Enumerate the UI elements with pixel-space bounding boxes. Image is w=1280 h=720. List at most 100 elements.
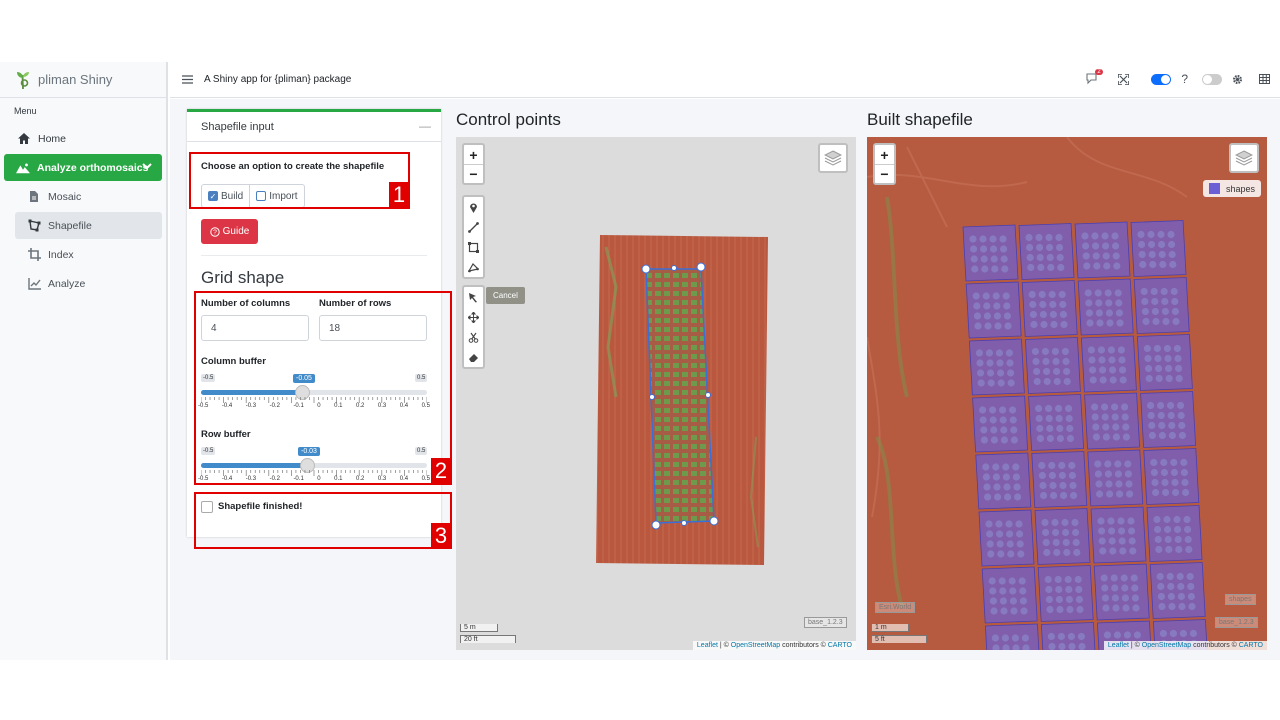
layers-control[interactable] — [818, 143, 848, 173]
shape-plot[interactable] — [1077, 278, 1134, 336]
sidebar-item-shapefile[interactable]: Shapefile — [15, 212, 162, 239]
file-icon — [27, 190, 41, 204]
cancel-button[interactable]: Cancel — [486, 287, 525, 304]
shape-plot[interactable] — [1074, 221, 1131, 279]
help-icon[interactable]: ? — [1181, 72, 1188, 86]
scale-bar-imperial: 5 ft — [871, 635, 927, 643]
question-circle-icon: ? — [209, 226, 220, 237]
scale-bar-metric: 5 m — [460, 624, 498, 632]
shape-plot[interactable] — [1034, 508, 1091, 565]
zoom-out-button[interactable]: − — [464, 164, 483, 183]
notifications-button[interactable]: 2 — [1086, 69, 1103, 85]
shape-plot[interactable] — [1087, 449, 1144, 507]
grid-icon[interactable] — [1259, 74, 1270, 84]
sidebar-item-home[interactable]: Home — [15, 125, 162, 152]
shape-plot[interactable] — [981, 566, 1038, 624]
leaflet-link[interactable]: Leaflet — [1108, 642, 1129, 649]
shape-plot[interactable] — [1040, 622, 1096, 651]
mountain-icon — [16, 161, 30, 175]
draw-polyline-icon[interactable] — [464, 217, 483, 237]
shape-plot[interactable] — [965, 281, 1022, 339]
shape-plot[interactable] — [1031, 451, 1088, 508]
layer-label: base_1.2.3 — [1215, 617, 1258, 628]
control-points-map[interactable]: + − Cancel base_1.2.3 5 m 20 ft Leaflet … — [456, 137, 856, 650]
carto-link[interactable]: CARTO — [828, 642, 852, 649]
shape-plot[interactable] — [1037, 565, 1094, 622]
map-legend: shapes — [1202, 180, 1261, 197]
scale-bar-metric: 1 m — [871, 624, 909, 632]
osm-link[interactable]: OpenStreetMap — [731, 642, 780, 649]
pliman-logo-icon — [17, 71, 29, 89]
legend-swatch — [1208, 183, 1220, 194]
edit-toolbar — [462, 285, 485, 369]
sidebar-item-index[interactable]: Index — [15, 241, 162, 268]
layer-label: shapes — [1225, 594, 1256, 605]
shape-plot[interactable] — [1028, 394, 1085, 451]
shape-plot[interactable] — [1084, 392, 1141, 450]
zoom-in-button[interactable]: + — [875, 145, 894, 164]
shape-plot[interactable] — [1146, 505, 1203, 562]
shape-plot[interactable] — [1021, 280, 1078, 337]
attribution-separator: | © — [717, 642, 731, 649]
shape-plot[interactable] — [968, 338, 1025, 396]
shape-plot[interactable] — [1093, 563, 1150, 621]
built-shapefile-map[interactable]: + − shapes Esri.World shapes base_1.2.3 … — [867, 137, 1267, 650]
shape-plot[interactable] — [984, 623, 1040, 650]
shape-plot[interactable] — [1143, 448, 1200, 505]
shape-plot[interactable] — [975, 452, 1032, 510]
collapse-button[interactable]: — — [419, 119, 431, 133]
sidebar: pliman Shiny Menu Home Analyze orthomosa… — [0, 62, 168, 660]
shape-plot[interactable] — [1133, 277, 1190, 334]
brand[interactable]: pliman Shiny — [0, 62, 166, 98]
shape-plot[interactable] — [1130, 220, 1187, 277]
attribution-text: contributors © — [1191, 642, 1239, 649]
sidebar-item-analyze[interactable]: Analyze — [15, 270, 162, 297]
orthomosaic-image — [596, 235, 768, 565]
toggle-switch[interactable] — [1151, 73, 1172, 85]
draw-marker-icon[interactable] — [464, 197, 483, 217]
built-shapefile-title: Built shapefile — [867, 110, 973, 129]
move-arrows-icon[interactable] — [464, 307, 483, 327]
carto-link[interactable]: CARTO — [1239, 642, 1263, 649]
gear-icon[interactable] — [1232, 74, 1243, 85]
zoom-control: + − — [462, 143, 485, 185]
top-navbar: A Shiny app for {pliman} package 2 ? — [170, 62, 1280, 98]
sidebar-item-label: Shapefile — [48, 219, 92, 232]
sidebar-item-label: Analyze — [48, 277, 86, 290]
shape-plot[interactable] — [1140, 391, 1197, 448]
svg-text:?: ? — [213, 229, 217, 236]
shape-plot[interactable] — [1136, 334, 1193, 391]
sidebar-item-analyze-orthomosaics[interactable]: Analyze orthomosaics — [4, 154, 162, 181]
shape-plot[interactable] — [1080, 335, 1137, 393]
zoom-out-button[interactable]: − — [875, 164, 894, 183]
shape-plot[interactable] — [1149, 562, 1206, 619]
eraser-icon[interactable] — [464, 347, 483, 367]
shape-plot[interactable] — [1024, 337, 1081, 394]
draw-rectangle-icon[interactable] — [464, 237, 483, 257]
shape-plot[interactable] — [1090, 506, 1147, 564]
shape-plot[interactable] — [978, 509, 1035, 567]
grid-shape-title: Grid shape — [201, 268, 285, 287]
scale-bar-imperial: 20 ft — [460, 635, 516, 643]
hamburger-menu-icon[interactable] — [182, 71, 194, 89]
osm-link[interactable]: OpenStreetMap — [1142, 642, 1191, 649]
sidebar-item-label: Analyze orthomosaics — [37, 161, 149, 174]
card-header: Shapefile input — — [187, 112, 441, 142]
layers-icon — [1235, 150, 1253, 166]
shape-plot[interactable] — [962, 224, 1019, 282]
zoom-in-button[interactable]: + — [464, 145, 483, 164]
draw-polygon-icon[interactable] — [464, 257, 483, 277]
guide-button[interactable]: ? Guide — [201, 219, 258, 244]
leaflet-link[interactable]: Leaflet — [697, 642, 718, 649]
notification-badge: 2 — [1095, 69, 1103, 75]
shape-plot[interactable] — [1018, 223, 1075, 280]
theme-toggle-switch[interactable] — [1202, 73, 1222, 85]
annotation-box-3 — [194, 492, 452, 549]
cut-scissors-icon[interactable] — [464, 327, 483, 347]
sidebar-item-mosaic[interactable]: Mosaic — [15, 183, 162, 210]
chart-line-icon — [27, 277, 41, 291]
fullscreen-icon[interactable] — [1118, 73, 1130, 85]
layers-control[interactable] — [1229, 143, 1259, 173]
shape-plot[interactable] — [972, 395, 1029, 453]
select-cursor-icon[interactable] — [464, 287, 483, 307]
